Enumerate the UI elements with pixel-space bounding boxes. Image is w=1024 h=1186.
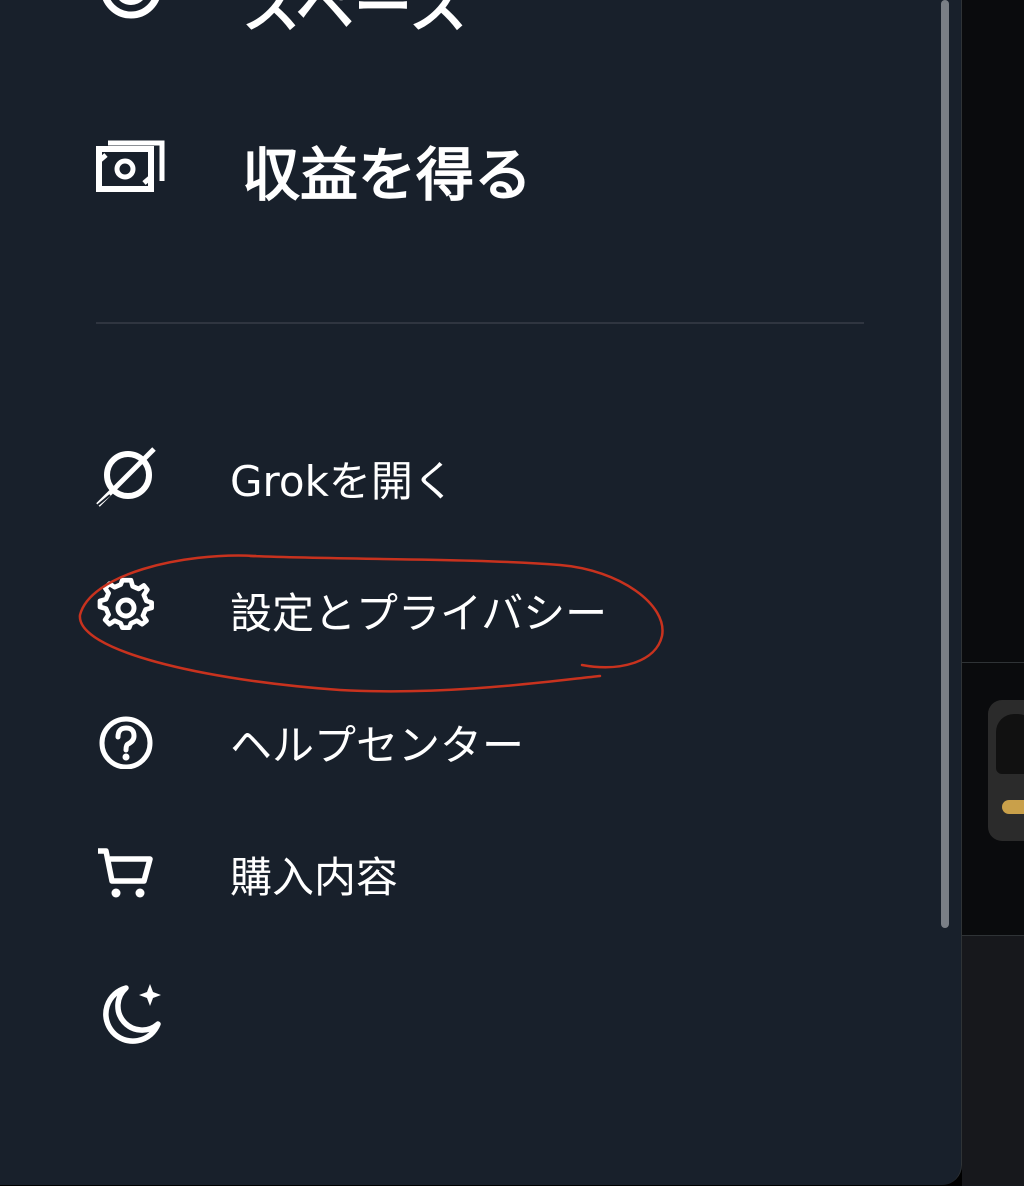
spaces-icon <box>96 0 166 38</box>
scrollbar[interactable] <box>941 0 949 928</box>
money-icon <box>96 130 166 200</box>
menu-item-purchases[interactable]: 購入内容 <box>96 836 398 906</box>
background-thumbnail <box>988 700 1024 841</box>
moon-sparkle-icon <box>96 978 166 1048</box>
grok-icon <box>96 440 166 510</box>
menu-item-label: 収益を得る <box>242 141 533 209</box>
thumbnail-base <box>1002 800 1024 814</box>
side-drawer: スペース 収益を得る Grokを開く 設定とプライバシー ヘルプセンター 購入内… <box>0 0 962 1185</box>
background-panel <box>962 935 1024 1186</box>
menu-separator <box>96 322 864 324</box>
menu-item-spaces[interactable]: スペース <box>96 0 467 41</box>
menu-item-label: スペース <box>242 0 468 41</box>
menu-item-settings-privacy[interactable]: 設定とプライバシー <box>96 572 607 642</box>
menu-item-label: Grokを開く <box>230 457 455 506</box>
display-mode-button[interactable] <box>96 978 166 1048</box>
menu-item-monetization[interactable]: 収益を得る <box>96 130 532 209</box>
menu-item-help-center[interactable]: ヘルプセンター <box>96 704 524 774</box>
menu-item-label: ヘルプセンター <box>230 721 525 770</box>
menu-item-label: 購入内容 <box>230 853 399 902</box>
background-divider <box>962 662 1024 663</box>
help-icon <box>96 704 166 774</box>
gear-icon <box>96 572 166 642</box>
cart-icon <box>96 836 166 906</box>
thumbnail-figure <box>996 714 1024 774</box>
menu-item-grok[interactable]: Grokを開く <box>96 440 455 510</box>
menu-item-label: 設定とプライバシー <box>230 589 608 638</box>
